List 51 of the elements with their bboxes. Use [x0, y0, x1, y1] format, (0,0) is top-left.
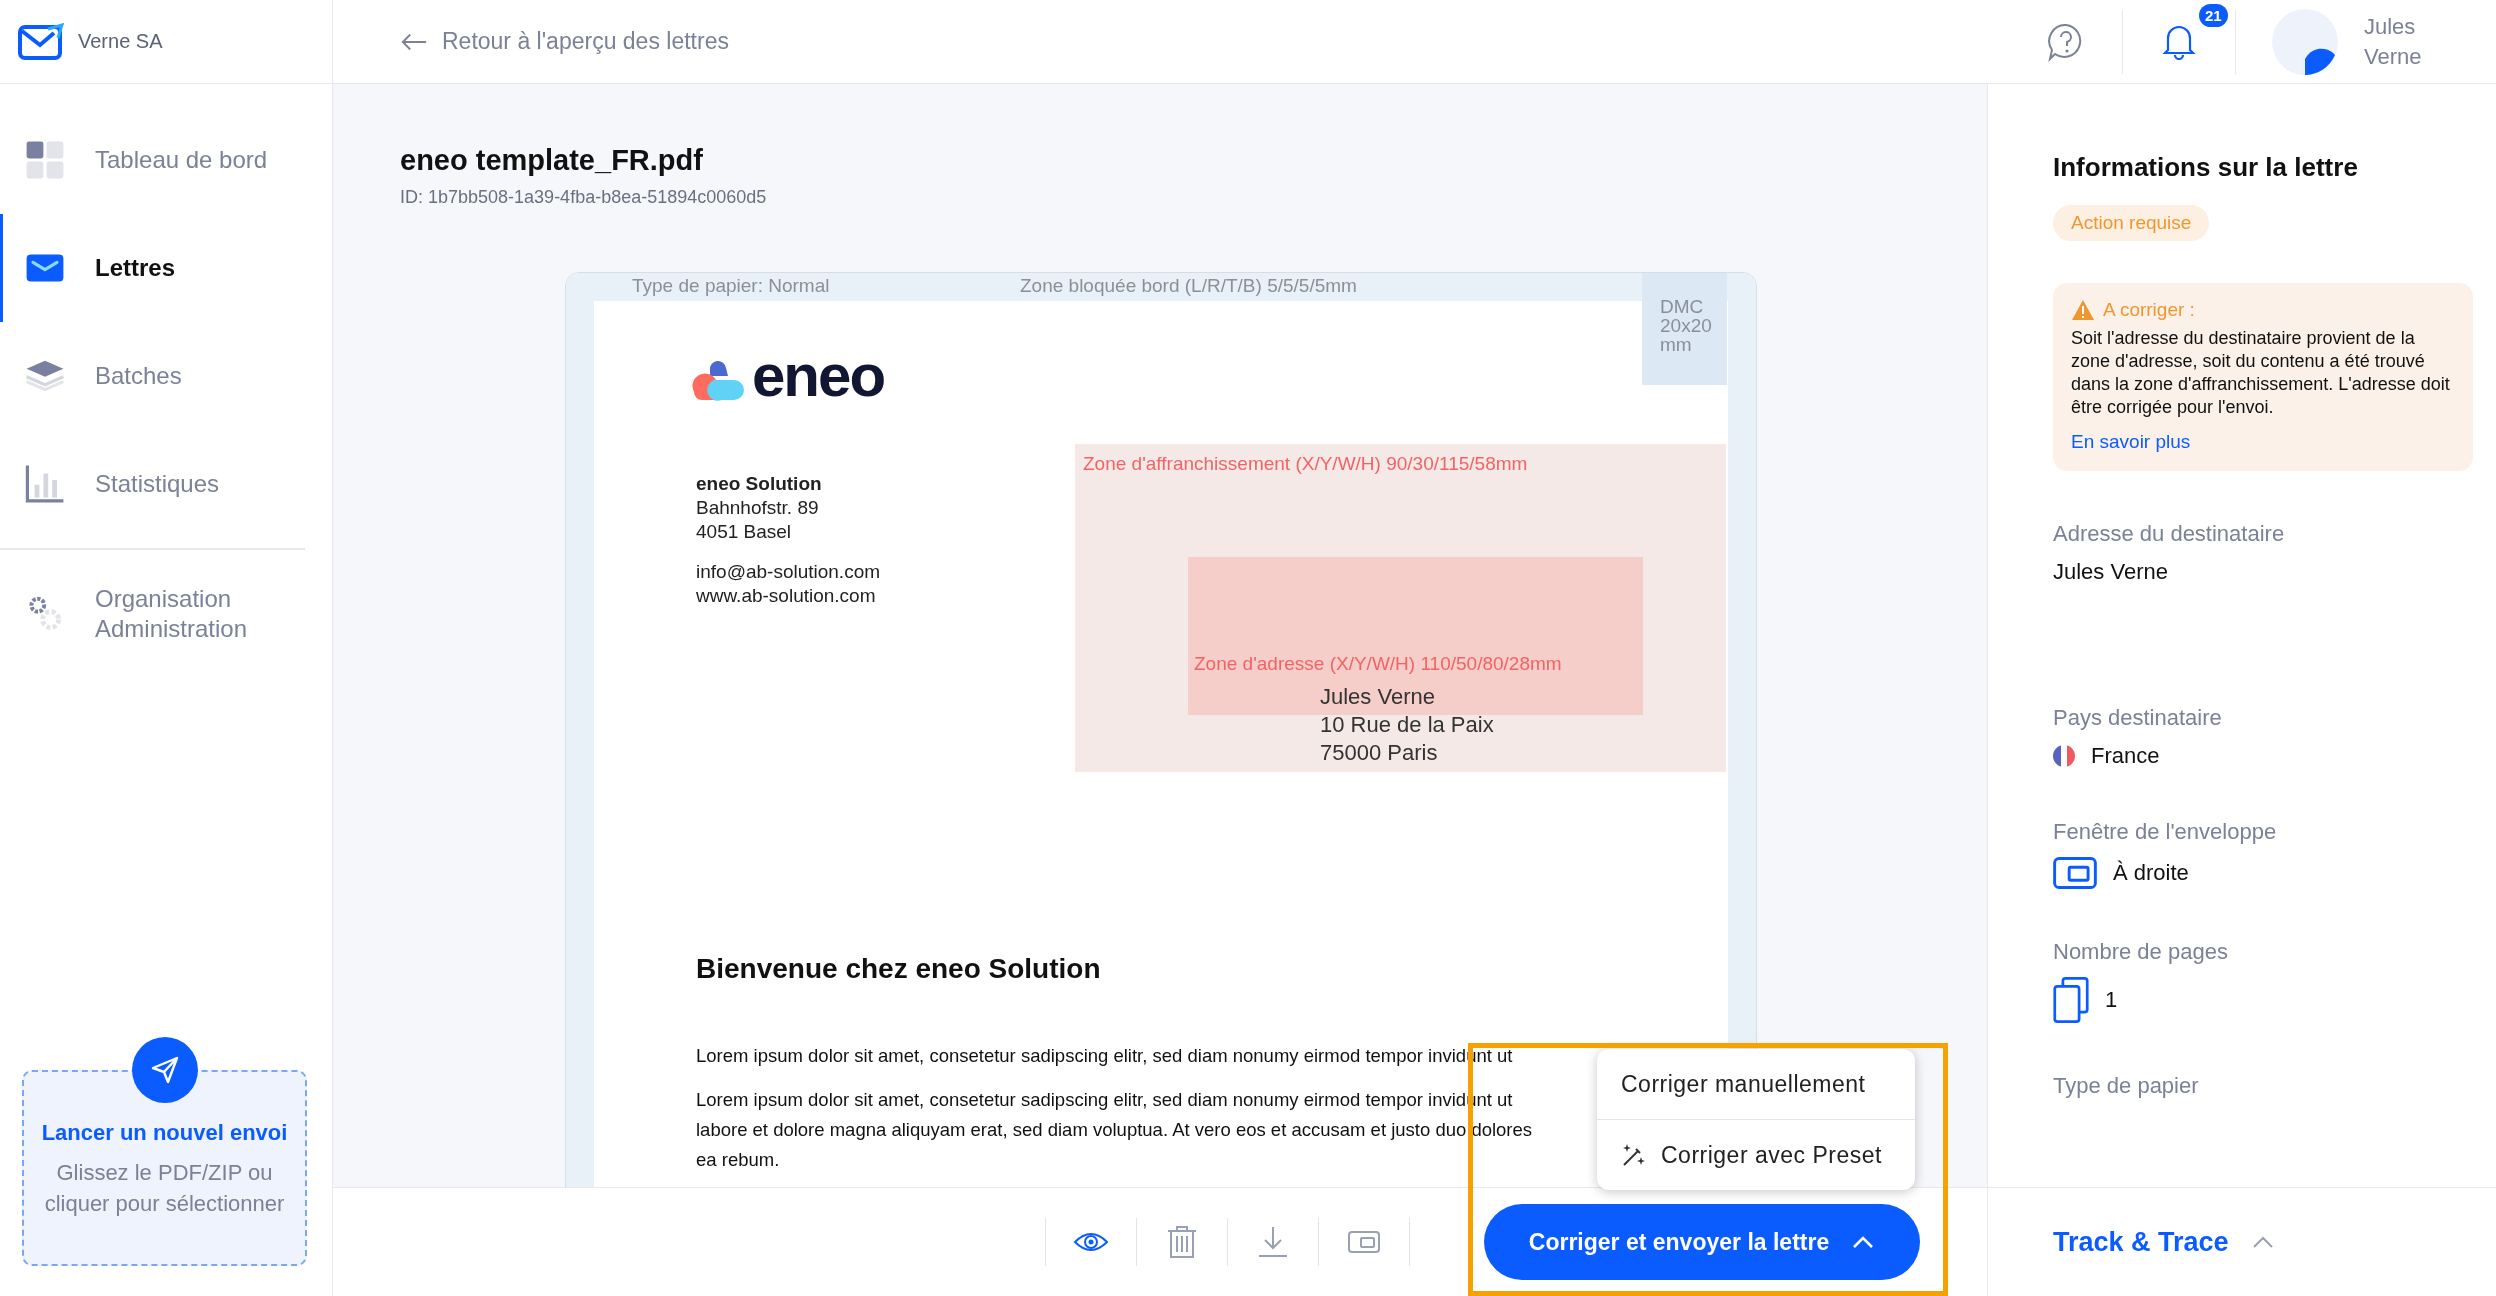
magic-wand-icon [1621, 1142, 1647, 1168]
warning-title: A corriger : [2103, 299, 2195, 321]
learn-more-link[interactable]: En savoir plus [2071, 431, 2191, 452]
nav-item[interactable]: Tableau de bord [0, 106, 332, 214]
blocked-zone-label: Zone bloquée bord (L/R/T/B) 5/5/5/5mm [1020, 275, 1357, 297]
new-send-hint: Glissez le PDF/ZIP ou cliquer pour sélectionner [43, 1159, 286, 1219]
upload-drop-zone[interactable]: Lancer un nouvel envoi Glissez le PDF/ZIP ou cliquer pour sélectionner [22, 1070, 307, 1266]
info-title: Informations sur la lettre [2053, 152, 2359, 183]
field-label: Adresse du destinataire [2053, 521, 2286, 547]
warning-text: Soit l'adresse du destinataire provient de la zone d'adresse, soit du contenu a été trouvé dans la zone d'affranchissement. L'adresse doit être corrigée pour l'envoi. [2071, 327, 2451, 419]
dashboard-icon [25, 140, 65, 180]
send-letter-button[interactable]: Corriger et envoyer la lettre [1484, 1204, 1920, 1280]
paper-type-label: Type de papier: Normal [632, 275, 830, 297]
field-value: À droite [2113, 860, 2189, 886]
field-label: Pays destinataire [2053, 705, 2223, 731]
document-id: ID: 1b7bb508-1a39-4fba-b8ea-51894c0060d5 [400, 187, 768, 208]
field-label: Type de papier [2053, 1073, 2200, 1099]
company-name: Verne SA [78, 30, 163, 53]
document-title: eneo template_FR.pdf [400, 144, 704, 177]
field-label: Nombre de pages [2053, 939, 2229, 965]
new-send-title: Lancer un nouvel envoi [41, 1120, 288, 1147]
avatar[interactable] [2272, 8, 2338, 75]
menu-item[interactable]: Corriger avec Preset [1597, 1120, 1915, 1190]
sender-contact: info@ab-solution.com www.ab-solution.com [696, 560, 881, 608]
address-zone-label: Zone d'adresse (X/Y/W/H) 110/50/80/28mm [1194, 653, 1562, 675]
letter-heading: Bienvenue chez eneo Solution [696, 953, 1101, 985]
nav-item[interactable]: Organisation Administration [0, 560, 332, 668]
menu-item[interactable]: Corriger manuellement [1597, 1049, 1915, 1119]
field-value: Jules Verne [2053, 559, 2168, 585]
franking-zone-label: Zone d'affranchissement (X/Y/W/H) 90/30/115/58mm [1083, 453, 1528, 475]
back-arrow-icon [400, 31, 428, 52]
user-name: Jules Verne [2364, 12, 2423, 71]
field-label: Fenêtre de l'enveloppe [2053, 819, 2278, 845]
nav-item[interactable]: Batches [0, 322, 332, 430]
pages-icon [2053, 977, 2089, 1023]
field-value: France [2091, 743, 2160, 769]
envelope-window-icon [2053, 857, 2097, 889]
status-badge: Action requise [2053, 205, 2210, 241]
warning-icon [2071, 299, 2095, 321]
sender-address: eneo Solution Bahnhofstr. 89 4051 Basel [696, 472, 822, 544]
flag-icon [2053, 745, 2075, 767]
logo-text: eneo [752, 341, 885, 410]
back-link[interactable]: Retour à l'aperçu des lettres [400, 28, 729, 55]
dmc-zone: DMC 20x20 mm [1642, 273, 1727, 385]
recipient-address: Jules Verne 10 Rue de la Paix 75000 Paris [1320, 683, 1494, 767]
notification-badge: 21 [2199, 3, 2228, 27]
track-trace-link[interactable]: Track & Trace [2053, 1226, 2275, 1258]
nav-item[interactable]: Statistiques [0, 430, 332, 538]
field-value: 1 [2105, 987, 2118, 1013]
logo-icon [18, 22, 64, 61]
bar-chart-icon [25, 464, 65, 504]
